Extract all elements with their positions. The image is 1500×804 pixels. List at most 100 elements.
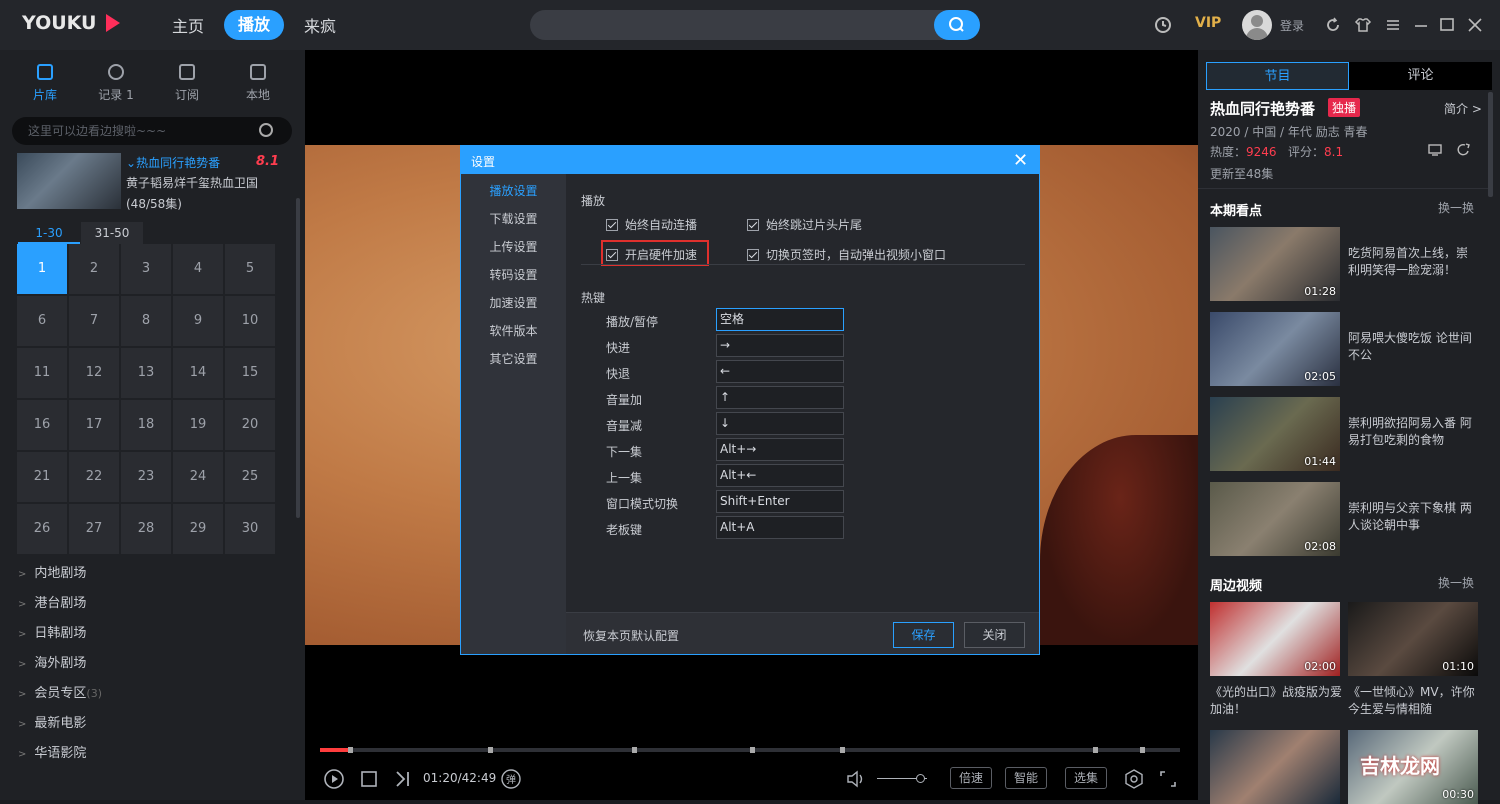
nav-laifeng[interactable]: 来疯 [304, 13, 336, 37]
episode-button[interactable]: 5 [225, 244, 275, 294]
hotkey-input[interactable]: ↑ [716, 386, 844, 409]
episode-button[interactable]: 21 [17, 452, 67, 502]
category-item[interactable]: > 日韩剧场 [18, 622, 86, 641]
tv-icon[interactable] [1427, 142, 1443, 161]
video-thumbnail[interactable] [1210, 730, 1340, 804]
video-title[interactable]: 《光的出口》战疫版为爱加油！ [1210, 684, 1342, 718]
episode-button[interactable]: 25 [225, 452, 275, 502]
minimize-icon[interactable] [1411, 15, 1431, 35]
nav-home[interactable]: 主页 [172, 13, 204, 37]
history-icon[interactable] [1153, 15, 1173, 35]
category-item[interactable]: > 内地剧场 [18, 562, 86, 581]
episode-button[interactable]: 2 [69, 244, 119, 294]
close-icon[interactable] [1465, 15, 1485, 35]
skin-icon[interactable] [1353, 15, 1373, 35]
menu-icon[interactable] [1383, 15, 1403, 35]
dialog-close-icon[interactable]: ✕ [1013, 150, 1028, 171]
tab-subscribe[interactable]: 订阅 [157, 64, 217, 103]
save-button[interactable]: 保存 [893, 622, 954, 648]
tab-history[interactable]: 记录 1 [86, 64, 146, 103]
settings-menu-item[interactable]: 加速设置 [461, 294, 566, 311]
fullscreen-button[interactable] [1157, 768, 1179, 794]
episode-button[interactable]: 22 [69, 452, 119, 502]
volume-handle[interactable] [916, 774, 925, 783]
episode-button[interactable]: 14 [173, 348, 223, 398]
refresh-icon[interactable] [1323, 15, 1343, 35]
tab-program[interactable]: 节目 [1206, 62, 1349, 90]
swap-link[interactable]: 换一换 [1438, 574, 1474, 591]
category-item[interactable]: > 最新电影 [18, 712, 86, 731]
hotkey-input[interactable]: Alt+A [716, 516, 844, 539]
hotkey-input[interactable]: ↓ [716, 412, 844, 435]
video-title[interactable]: 《一世倾心》MV，许你今生爱与情相随 [1348, 684, 1480, 718]
episode-button[interactable]: 8 [121, 296, 171, 346]
dialog-header[interactable]: 设置 ✕ [461, 146, 1039, 174]
library-search-input[interactable]: 这里可以边看边搜啦~~~ [12, 117, 292, 145]
episodes-button[interactable]: 选集 [1065, 767, 1108, 789]
video-thumbnail[interactable]: 02:00 [1210, 602, 1340, 676]
episode-button[interactable]: 26 [17, 504, 67, 554]
next-button[interactable] [391, 768, 413, 794]
login-link[interactable]: 登录 [1280, 17, 1304, 34]
video-thumbnail[interactable]: 02:08 [1210, 482, 1340, 556]
episode-button[interactable]: 17 [69, 400, 119, 450]
avatar[interactable] [1242, 10, 1272, 40]
series-thumbnail[interactable] [17, 153, 121, 209]
maximize-icon[interactable] [1437, 15, 1457, 35]
settings-menu-item[interactable]: 播放设置 [461, 182, 566, 199]
episode-button[interactable]: 28 [121, 504, 171, 554]
series-title[interactable]: ⌄热血同行艳势番 [126, 154, 220, 171]
sidebar-scrollbar[interactable] [296, 198, 300, 518]
episode-button[interactable]: 10 [225, 296, 275, 346]
episode-button[interactable]: 29 [173, 504, 223, 554]
episode-button[interactable]: 23 [121, 452, 171, 502]
checkbox-mini-window[interactable]: 切换页签时，自动弹出视频小窗口 [747, 246, 946, 263]
intro-link[interactable]: 简介 > [1444, 100, 1482, 117]
panel-scrollbar[interactable] [1488, 92, 1493, 197]
video-title[interactable]: 崇利明欲招阿易入番 阿易打包吃剩的食物 [1348, 415, 1478, 449]
checkbox-skip-intro[interactable]: 始终跳过片头片尾 [747, 216, 862, 233]
hotkey-input[interactable]: Shift+Enter [716, 490, 844, 513]
ep-range-tab-2[interactable]: 31-50 [81, 222, 143, 244]
episode-button[interactable]: 12 [69, 348, 119, 398]
stop-button[interactable] [358, 768, 380, 794]
checkbox-autoplay[interactable]: 始终自动连播 [606, 216, 697, 233]
episode-button[interactable]: 19 [173, 400, 223, 450]
tab-library[interactable]: 片库 [15, 64, 75, 103]
category-item[interactable]: > 会员专区(3) [18, 682, 102, 701]
progress-bar[interactable] [320, 747, 1180, 753]
vip-link[interactable]: VIP [1195, 15, 1221, 31]
tab-local[interactable]: 本地 [228, 64, 288, 103]
speed-button[interactable]: 倍速 [950, 767, 993, 789]
video-thumbnail[interactable]: 01:44 [1210, 397, 1340, 471]
hotkey-input[interactable]: Alt+← [716, 464, 844, 487]
episode-button[interactable]: 6 [17, 296, 67, 346]
episode-button[interactable]: 24 [173, 452, 223, 502]
episode-button[interactable]: 7 [69, 296, 119, 346]
hotkey-input[interactable]: 空格 [716, 308, 844, 331]
play-button[interactable] [323, 768, 345, 794]
hotkey-input[interactable]: → [716, 334, 844, 357]
category-item[interactable]: > 港台剧场 [18, 592, 86, 611]
settings-menu-item[interactable]: 其它设置 [461, 350, 566, 367]
settings-menu-item[interactable]: 下载设置 [461, 210, 566, 227]
category-item[interactable]: > 海外剧场 [18, 652, 86, 671]
search-icon[interactable] [259, 123, 273, 137]
settings-menu-item[interactable]: 上传设置 [461, 238, 566, 255]
category-item[interactable]: > 华语影院 [18, 742, 86, 761]
tab-comments[interactable]: 评论 [1349, 62, 1492, 90]
hotkey-input[interactable]: ← [716, 360, 844, 383]
settings-menu-item[interactable]: 软件版本 [461, 322, 566, 339]
video-thumbnail[interactable]: 01:10 [1348, 602, 1478, 676]
hotkey-input[interactable]: Alt+→ [716, 438, 844, 461]
search-button[interactable] [934, 10, 980, 40]
swap-link[interactable]: 换一换 [1438, 199, 1474, 216]
episode-button[interactable]: 27 [69, 504, 119, 554]
episode-button[interactable]: 9 [173, 296, 223, 346]
episode-button[interactable]: 1 [17, 244, 67, 294]
episode-button[interactable]: 20 [225, 400, 275, 450]
volume-button[interactable] [845, 768, 867, 794]
settings-menu-item[interactable]: 转码设置 [461, 266, 566, 283]
video-title[interactable]: 阿易喂大傻吃饭 论世间不公 [1348, 330, 1478, 364]
episode-button[interactable]: 4 [173, 244, 223, 294]
